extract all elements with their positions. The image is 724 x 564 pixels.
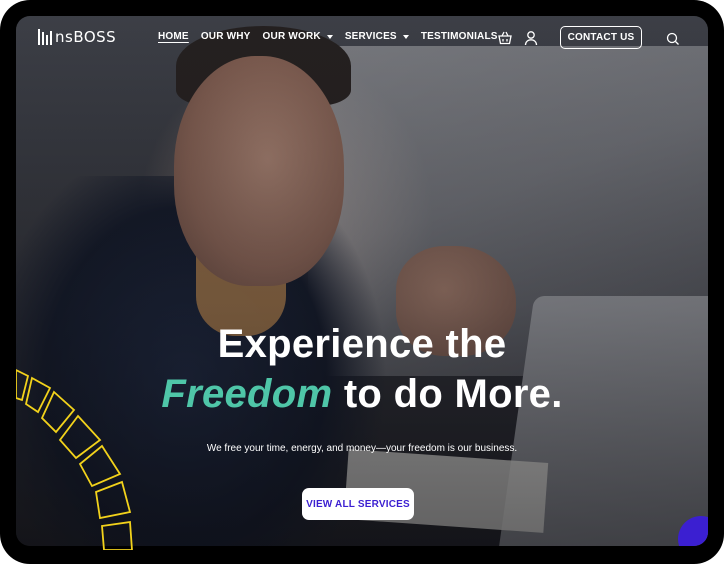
hero-heading-emphasis: Freedom: [161, 372, 333, 416]
nav-item-our-why[interactable]: OUR WHY: [201, 31, 251, 42]
contact-us-button[interactable]: CONTACT US: [560, 26, 642, 49]
main-nav: HOME OUR WHY OUR WORK SERVICES TESTIMONI…: [158, 31, 498, 42]
device-frame: nsBOSS HOME OUR WHY OUR WORK SERVICES TE…: [0, 0, 724, 564]
logo-text: nsBOSS: [55, 28, 117, 46]
logo-bars-icon: [38, 29, 52, 45]
hero-heading-line1: Experience the: [217, 322, 507, 366]
nav-item-our-work[interactable]: OUR WORK: [263, 31, 333, 42]
nav-item-label: SERVICES: [344, 31, 397, 42]
brand-logo[interactable]: nsBOSS: [38, 28, 116, 46]
nav-item-label: HOME: [158, 31, 189, 42]
search-icon[interactable]: [666, 32, 680, 46]
hero-subtitle: We free your time, energy, and money—you…: [206, 443, 518, 454]
nav-item-label: OUR WORK: [262, 31, 321, 42]
view-all-services-button[interactable]: VIEW ALL SERVICES: [302, 488, 414, 520]
chevron-down-icon: [326, 34, 333, 39]
nav-item-services[interactable]: SERVICES: [345, 31, 409, 42]
nav-item-label: TESTIMONIALS: [420, 31, 498, 42]
chevron-down-icon: [402, 34, 409, 39]
nav-item-label: OUR WHY: [200, 31, 251, 42]
shopping-basket-icon[interactable]: [497, 30, 513, 46]
user-icon[interactable]: [524, 30, 538, 46]
hero-heading-rest: to do More.: [343, 372, 563, 416]
hero-heading-line2: Freedom to do More.: [0, 372, 724, 417]
nav-item-testimonials[interactable]: TESTIMONIALS: [421, 31, 498, 42]
nav-item-home[interactable]: HOME: [158, 31, 189, 42]
